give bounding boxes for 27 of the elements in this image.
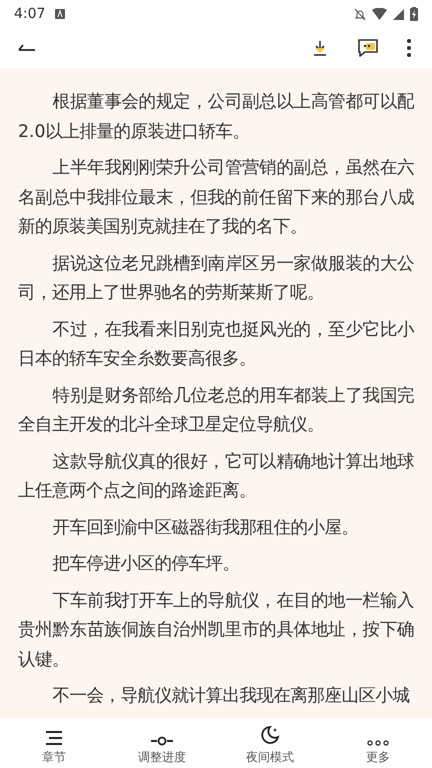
body-paragraph: 特别是财务部给几位老总的用车都装上了我国完全自主开发的北斗全球卫星定位导航仪。 bbox=[18, 384, 414, 437]
status-time: 4:07 bbox=[14, 4, 46, 24]
back-arrow-icon[interactable] bbox=[18, 43, 36, 53]
notification-icon bbox=[55, 9, 66, 19]
body-paragraph: 开车回到渝中区磁器街我那租住的小屋。 bbox=[52, 516, 360, 540]
body-paragraph: 根据董事会的规定，公司副总以上高管都可以配2.0以上排量的原装进口轿车。 bbox=[18, 91, 414, 144]
chat-bubble-icon[interactable] bbox=[356, 37, 380, 59]
nav-button[interactable]: 更多 bbox=[324, 718, 432, 768]
signal-icon bbox=[393, 8, 404, 20]
body-paragraph: 下车前我打开车上的导航仪，在目的地一栏输入贵州黔东苗族侗族自治州凯里市的具体地址，按下确认键。 bbox=[18, 590, 414, 672]
body-paragraph: 不过，在我看来旧别克也挺风光的，至少它比小日本的轿车安全糸数要高很多。 bbox=[18, 318, 414, 371]
bell-off-icon bbox=[354, 8, 366, 20]
body-paragraph: 这款导航仪真的很好，它可以精确地计算出地球上任意两个点之间的路途距离。 bbox=[18, 450, 414, 503]
wifi-icon bbox=[372, 8, 387, 20]
battery-icon bbox=[410, 7, 418, 21]
nav-button[interactable]: 夜间模式 bbox=[216, 718, 324, 768]
moon-icon bbox=[259, 724, 281, 746]
slider-icon bbox=[150, 736, 174, 746]
more-vertical-icon[interactable] bbox=[406, 38, 412, 58]
list-icon bbox=[44, 730, 64, 746]
body-paragraph: 不一会，导航仪就计算出我现在离那座山区小城 bbox=[52, 685, 411, 708]
body-paragraph: 上半年我刚刚荣升公司管营销的副总，虽然在六名副总中我排位最末，但我的前任留下来的那台八成新的原装美国别克就挂在了我的名下。 bbox=[18, 157, 414, 239]
nav-button[interactable]: 调整进度 bbox=[108, 718, 216, 768]
body-paragraph: 把车停进小区的停车坪。 bbox=[52, 553, 241, 576]
nav-button[interactable]: 章节 bbox=[0, 718, 108, 768]
more-horizontal-icon bbox=[367, 740, 389, 746]
body-paragraph: 据说这位老兄跳槽到南岸区另一家做服装的大公司，还用上了世界驰名的劳斯莱斯了呢。 bbox=[18, 252, 414, 305]
